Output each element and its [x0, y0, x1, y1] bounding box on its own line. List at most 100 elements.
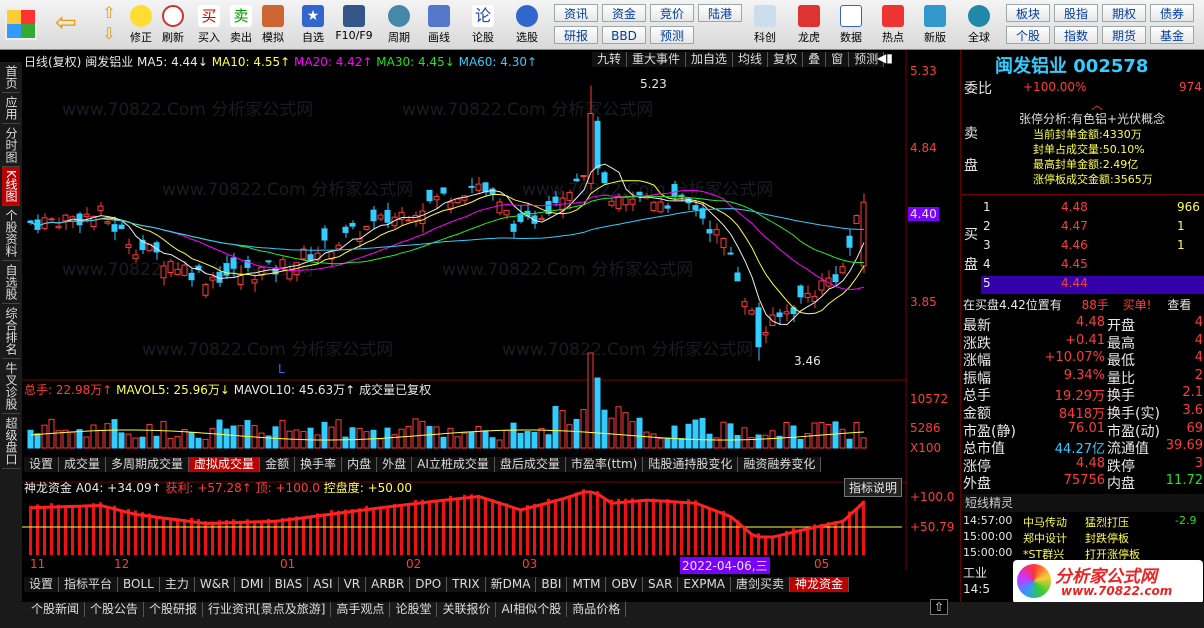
indicator-tab[interactable]: OBV	[606, 577, 644, 592]
indicator-tab[interactable]: ASI	[308, 577, 339, 592]
newver-button[interactable]: 新版	[918, 3, 952, 47]
indicator-tab[interactable]: VR	[339, 577, 367, 592]
left-tab[interactable]: 牛叉诊股	[2, 359, 20, 414]
info-tab[interactable]: 论股堂	[390, 602, 438, 617]
indicator-tab[interactable]: BIAS	[270, 577, 309, 592]
vol-tab[interactable]: 多周期成交量	[106, 457, 190, 472]
forum-button[interactable]: 论论股	[466, 3, 500, 47]
dragon-button[interactable]: 龙虎	[792, 3, 826, 47]
candle	[125, 244, 132, 248]
sell-button[interactable]: 卖卖出	[224, 3, 258, 47]
sector-button[interactable]: 板块	[1006, 4, 1050, 22]
indicator-tab[interactable]: EXPMA	[678, 577, 732, 592]
indicator-tab[interactable]: 唐剑买卖	[731, 577, 791, 592]
indicator-tab[interactable]: 主力	[160, 577, 195, 592]
indicator-tab[interactable]: TRIX	[447, 577, 486, 592]
buy-level-row[interactable]: 3 4.46 1	[981, 238, 1204, 256]
indicator-tab[interactable]: BBI	[536, 577, 568, 592]
auction-button[interactable]: 竞价	[650, 4, 694, 22]
left-tab[interactable]: 分时图	[2, 124, 20, 167]
forecast-button[interactable]: 预测	[650, 26, 694, 44]
simulate-button[interactable]: 模拟	[256, 3, 290, 47]
vol-tab[interactable]: 换手率	[295, 457, 343, 472]
down-icon[interactable]: ⇩	[98, 24, 120, 44]
vol-tab[interactable]: 设置	[24, 457, 60, 472]
indicator-tab[interactable]: 指标平台	[59, 577, 119, 592]
vol-tab[interactable]: 盘后成交量	[495, 457, 566, 472]
indicator-tab[interactable]: DPO	[410, 577, 448, 592]
vol-tab[interactable]: 成交量	[59, 457, 107, 472]
info-tab[interactable]: AI相似个股	[496, 602, 568, 617]
left-tab[interactable]: 首页	[2, 62, 20, 93]
left-tab[interactable]: 综合排名	[2, 304, 20, 359]
buy-level-row[interactable]: 1 4.48 966	[981, 200, 1204, 218]
buy-level-row[interactable]: 2 4.47 1	[981, 219, 1204, 237]
info-tab[interactable]: 商品价格	[567, 602, 627, 617]
options-button[interactable]: 期权	[1102, 4, 1146, 22]
vol-tab[interactable]: 虚拟成交量	[189, 457, 261, 472]
watchlist-button[interactable]: ★ 自选	[296, 3, 330, 47]
refresh-button[interactable]: 刷新	[156, 3, 190, 47]
left-tab[interactable]: 个股资料	[2, 206, 20, 261]
bbd-button[interactable]: BBD	[602, 26, 646, 44]
pick-button[interactable]: 选股	[510, 3, 544, 47]
news-button[interactable]: 资讯	[554, 4, 598, 22]
indicator-tab[interactable]: BOLL	[118, 577, 160, 592]
vol-tab[interactable]: 内盘	[342, 457, 378, 472]
vol-tab[interactable]: 融资融券变化	[738, 457, 822, 472]
bond-button[interactable]: 债券	[1150, 4, 1194, 22]
fix-button[interactable]: 修正	[124, 3, 158, 47]
left-tab[interactable]: 应用	[2, 93, 20, 124]
logo-grid-icon[interactable]	[5, 8, 37, 40]
hk-button[interactable]: 陆港	[698, 4, 742, 22]
info-tab[interactable]: 个股新闻	[26, 602, 86, 617]
kline-chart[interactable]	[22, 50, 908, 595]
chart-area[interactable]: www.70822.Com 分析家公式网 www.70822.Com 分析家公式…	[22, 50, 954, 595]
fund2-button[interactable]: 基金	[1150, 26, 1194, 44]
info-tab[interactable]: 个股公告	[85, 602, 145, 617]
draw-button[interactable]: 画线	[422, 3, 456, 47]
left-tab[interactable]: K线图	[2, 167, 20, 206]
f10-button[interactable]: F10/F9	[332, 3, 376, 47]
indicator-tab[interactable]: DMI	[235, 577, 270, 592]
indicator-tab[interactable]: 新DMA	[486, 577, 537, 592]
pick-icon	[516, 5, 538, 27]
indicator-tab[interactable]: ARBR	[366, 577, 411, 592]
collapse-icon[interactable]: ︿	[1091, 96, 1103, 113]
up-icon[interactable]: ⇧	[98, 3, 120, 23]
expand-icon[interactable]: ⇧	[930, 599, 948, 615]
vol-tab[interactable]: AI立桩成交量	[412, 457, 495, 472]
info-tab[interactable]: 关联报价	[437, 602, 497, 617]
back-arrow-icon[interactable]: ⇦	[55, 10, 87, 36]
info-tab[interactable]: 行业资讯[景点及旅游]	[203, 602, 332, 617]
view-link[interactable]: 查看	[1167, 298, 1191, 312]
stock-button[interactable]: 个股	[1006, 26, 1050, 44]
period-button[interactable]: 周期	[382, 3, 416, 47]
info-tab[interactable]: 高手观点	[331, 602, 391, 617]
left-tab[interactable]: 超级盘口	[2, 414, 20, 469]
vol-tab[interactable]: 市盈率(ttm)	[566, 457, 644, 472]
report-button[interactable]: 研报	[554, 26, 598, 44]
indicator-tab[interactable]: 神龙资金	[790, 577, 850, 592]
ind-help-button[interactable]: 指标说明	[844, 478, 903, 497]
data-button[interactable]: 数据	[834, 3, 868, 47]
info-tab[interactable]: 个股研报	[144, 602, 204, 617]
left-tab[interactable]: 自选股	[2, 261, 20, 304]
index-futures-button[interactable]: 股指	[1054, 4, 1098, 22]
buy-button[interactable]: 买买入	[192, 3, 226, 47]
fund-button[interactable]: 资金	[602, 4, 646, 22]
vol-tab[interactable]: 金额	[260, 457, 296, 472]
indicator-tab[interactable]: SAR	[643, 577, 679, 592]
futures-button[interactable]: 期货	[1102, 26, 1146, 44]
indicator-tab[interactable]: MTM	[567, 577, 607, 592]
vol-tab[interactable]: 陆股通持股变化	[643, 457, 739, 472]
buy-level-row[interactable]: 5 4.44	[981, 276, 1204, 294]
indicator-tab[interactable]: W&R	[195, 577, 236, 592]
index-button[interactable]: 指数	[1054, 26, 1098, 44]
hot-button[interactable]: 热点	[876, 3, 910, 47]
global-button[interactable]: 全球	[962, 3, 996, 47]
vol-tab[interactable]: 外盘	[377, 457, 413, 472]
buy-level-row[interactable]: 4 4.45	[981, 257, 1204, 275]
kechuang-button[interactable]: 科创	[748, 3, 782, 47]
indicator-tab[interactable]: 设置	[24, 577, 60, 592]
